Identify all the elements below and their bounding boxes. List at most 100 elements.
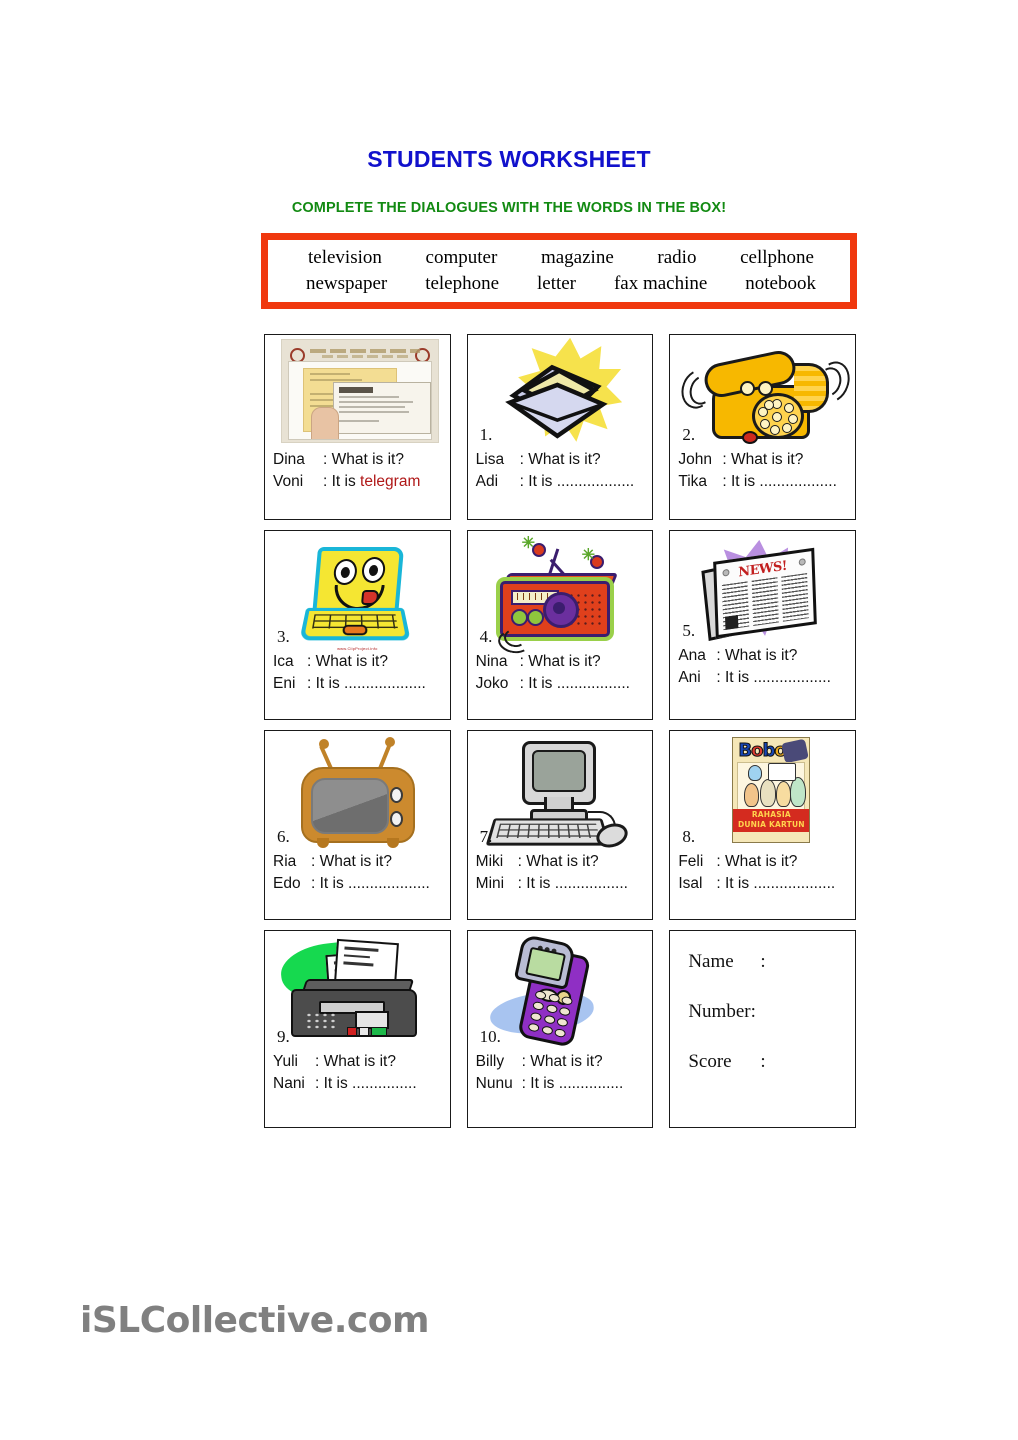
question-text: : What is it? bbox=[722, 451, 804, 468]
answer-blank[interactable]: ................. bbox=[555, 873, 628, 895]
answer-prefix: : It is bbox=[307, 675, 340, 693]
letter-envelope-icon: 1. bbox=[476, 337, 645, 447]
card-number: 2. bbox=[682, 425, 696, 444]
word-fax-machine: fax machine bbox=[613, 273, 708, 294]
name-row: Name : bbox=[688, 951, 855, 973]
question-text: : What is it? bbox=[519, 653, 601, 670]
answer-blank[interactable]: .................. bbox=[753, 667, 831, 689]
question-text: : What is it? bbox=[307, 653, 388, 670]
question-text: : What is it? bbox=[323, 451, 404, 468]
word-notebook: notebook bbox=[745, 273, 816, 294]
answer-prefix: : It is bbox=[323, 473, 356, 491]
speaker-name: Tika bbox=[678, 473, 708, 491]
card-number: 1. bbox=[479, 425, 493, 444]
exercise-card-4: ✳ ✳ 4. Nina: What is it? Joko: It is .… bbox=[466, 530, 654, 720]
speaker-name: Edo bbox=[273, 875, 301, 893]
exercise-row-4: 9. Yuli : What is it? Nani : It is .....… bbox=[264, 930, 856, 1128]
answer-value: telegram bbox=[360, 473, 421, 491]
laptop-caption: www.ClipProject.info bbox=[337, 646, 378, 651]
newspaper-icon: NEWS! 5. bbox=[678, 537, 847, 643]
speaker-name: Eni bbox=[273, 675, 296, 693]
magazine-banner-line2: DUNIA KARTUN bbox=[737, 820, 805, 829]
answer-prefix: : It is bbox=[722, 473, 756, 491]
exercise-card-example: Dina : What is it? Voni : It is telegram bbox=[264, 334, 451, 520]
telegram-photo-icon bbox=[273, 339, 442, 447]
telephone-icon: 2. bbox=[676, 341, 856, 447]
question-text: : What is it? bbox=[311, 853, 392, 870]
question-text: : What is it? bbox=[517, 853, 599, 870]
card-number: 8. bbox=[682, 827, 696, 846]
magazine-icon: Bobo RAHASIA DUNIA KARTUN 8. bbox=[678, 737, 847, 849]
score-colon: : bbox=[760, 1051, 766, 1072]
speaker-name: Feli bbox=[678, 853, 704, 870]
answer-prefix: : It is bbox=[519, 473, 553, 491]
word-radio: radio bbox=[657, 246, 697, 268]
speaker-name: Ria bbox=[273, 853, 297, 870]
word-magazine: magazine bbox=[540, 246, 614, 268]
answer-blank[interactable]: .................. bbox=[759, 471, 837, 493]
exercise-card-2: 2. John : What is it? Tika : It is .....… bbox=[669, 334, 857, 520]
question-text: : What is it? bbox=[519, 451, 601, 468]
word-newspaper: newspaper bbox=[306, 273, 388, 294]
magazine-logo: Bobo bbox=[738, 740, 787, 762]
speaker-name: Isal bbox=[678, 875, 703, 893]
answer-blank[interactable]: .................. bbox=[557, 471, 635, 493]
speaker-name: Adi bbox=[475, 473, 499, 491]
card-number: 9. bbox=[277, 1027, 290, 1046]
number-row: Number: bbox=[688, 1001, 855, 1023]
word-bank-box: television computer magazine radio cellp… bbox=[261, 233, 857, 309]
answer-blank[interactable]: ................... bbox=[348, 873, 430, 895]
magazine-banner-line1: RAHASIA bbox=[751, 810, 791, 819]
exercise-row-2: www.ClipProject.info 3. Ica : What is it… bbox=[264, 530, 857, 720]
speaker-name: Nunu bbox=[475, 1075, 513, 1093]
exercise-card-5: NEWS! 5. Ana : What is it? Ani: It is .… bbox=[669, 530, 857, 720]
exercise-card-3: www.ClipProject.info 3. Ica : What is it… bbox=[264, 530, 451, 720]
word-letter: letter bbox=[536, 273, 577, 294]
cellphone-icon: 10. bbox=[476, 933, 645, 1049]
answer-prefix: : It is bbox=[519, 675, 553, 693]
answer-blank[interactable]: ............... bbox=[559, 1073, 624, 1095]
speaker-name: Nani bbox=[273, 1075, 305, 1093]
speaker-name: Nina bbox=[475, 653, 508, 670]
card-number: 4. bbox=[479, 627, 493, 646]
card-number: 5. bbox=[682, 621, 696, 640]
speaker-name: Miki bbox=[475, 853, 504, 870]
worksheet-page: STUDENTS WORKSHEET COMPLETE THE DIALOGUE… bbox=[0, 0, 1018, 1440]
card-number: 6. bbox=[277, 827, 290, 846]
computer-icon: 7. bbox=[476, 737, 645, 852]
radio-icon: ✳ ✳ 4. bbox=[476, 535, 645, 656]
answer-blank[interactable]: ............... bbox=[352, 1073, 417, 1095]
name-colon: : bbox=[760, 951, 766, 972]
exercise-card-8: Bobo RAHASIA DUNIA KARTUN 8. Feli: What… bbox=[669, 730, 857, 920]
exercise-row-3: 6. Ria : What is it? Edo : It is .......… bbox=[264, 730, 857, 920]
card-number: 3. bbox=[277, 627, 290, 646]
answer-prefix: : It is bbox=[716, 669, 750, 687]
answer-blank[interactable]: ................... bbox=[344, 673, 426, 695]
answer-prefix: : It is bbox=[315, 1075, 348, 1093]
student-info-box: Name : Number: Score : bbox=[669, 930, 856, 1128]
answer-blank[interactable]: ................. bbox=[557, 673, 630, 695]
word-television: television bbox=[308, 246, 382, 268]
speaker-name: Lisa bbox=[475, 451, 505, 468]
score-label: Score bbox=[688, 1051, 732, 1072]
speaker-name: Ana bbox=[678, 647, 706, 664]
card-number: 7. bbox=[479, 827, 493, 846]
speaker-name: Dina bbox=[273, 451, 305, 468]
exercise-grid: Dina : What is it? Voni : It is telegram bbox=[264, 334, 857, 1138]
word-cellphone: cellphone bbox=[740, 246, 814, 268]
card-number: 10. bbox=[479, 1027, 501, 1046]
answer-blank[interactable]: ................... bbox=[753, 873, 835, 895]
fax-machine-icon: 9. bbox=[273, 937, 442, 1049]
question-text: : What is it? bbox=[315, 1053, 396, 1070]
exercise-row-1: Dina : What is it? Voni : It is telegram bbox=[264, 334, 857, 520]
exercise-card-7: 7. Miki : What is it? Mini : It is .....… bbox=[466, 730, 654, 920]
notebook-laptop-icon: www.ClipProject.info 3. bbox=[273, 537, 442, 651]
watermark: iSLCollective.com bbox=[80, 1300, 430, 1341]
speaker-name: Mini bbox=[475, 875, 505, 893]
question-text: : What is it? bbox=[716, 853, 798, 870]
question-text: : What is it? bbox=[521, 1053, 603, 1070]
word-telephone: telephone bbox=[425, 273, 500, 294]
exercise-card-1: 1. Lisa : What is it? Adi : It is ......… bbox=[466, 334, 654, 520]
exercise-card-6: 6. Ria : What is it? Edo : It is .......… bbox=[264, 730, 451, 920]
instruction-text: COMPLETE THE DIALOGUES WITH THE WORDS IN… bbox=[291, 200, 727, 216]
